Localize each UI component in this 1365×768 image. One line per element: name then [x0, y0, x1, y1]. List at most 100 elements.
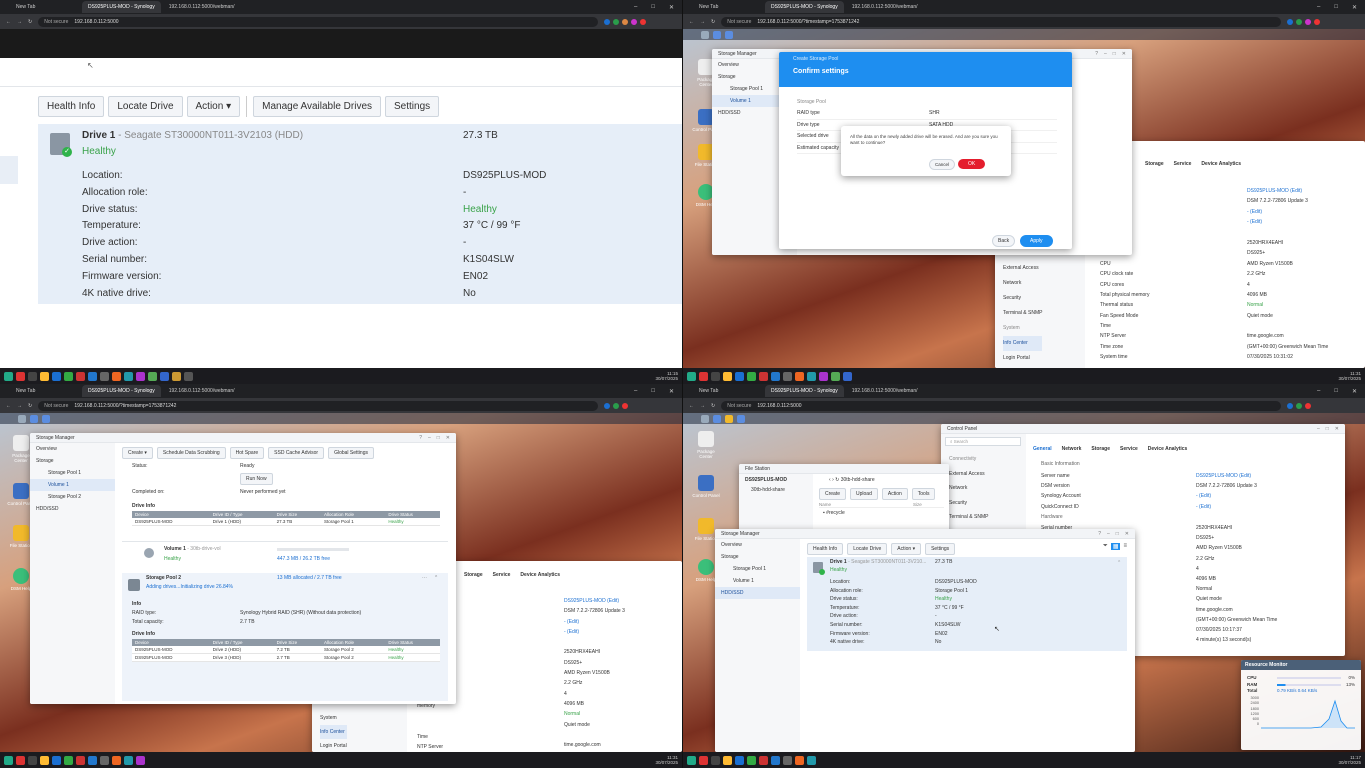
app-icon[interactable] [723, 755, 732, 765]
tab-device-analytics[interactable]: Device Analytics [1148, 446, 1188, 452]
cp-side-item[interactable]: Connectivity [949, 452, 988, 467]
forward-icon[interactable]: → [700, 19, 705, 25]
action-button[interactable]: Action ▾ [186, 96, 241, 117]
drive-detail-panel[interactable]: Drive 1 - Seagate ST30000NT011-3V210... … [807, 557, 1127, 651]
reload-icon[interactable]: ↻ [28, 403, 32, 409]
url-field[interactable]: Not secure 192.168.0.112:5000 [38, 16, 599, 27]
app-icon[interactable] [831, 371, 840, 381]
ext-icon[interactable] [1314, 18, 1321, 25]
sidebar-item-storage[interactable]: Storage [30, 455, 115, 467]
ext-icon[interactable] [1305, 402, 1312, 409]
main-menu-icon[interactable] [18, 414, 26, 423]
close-icon[interactable]: ✕ [446, 435, 450, 441]
tab-dsm[interactable]: DS925PLUS-MOD - Synology [765, 1, 844, 13]
cp-side-item[interactable]: Login Portal [1003, 351, 1042, 366]
app-icon[interactable] [795, 371, 804, 381]
clock[interactable]: 11:15 30/07/2025 [655, 371, 682, 381]
column-header[interactable]: Drive Status [385, 639, 440, 646]
volume1-card[interactable]: Volume 1 - 30tb-drive-vol Healthy 447.3 … [122, 541, 448, 571]
maximize-icon[interactable]: □ [1334, 4, 1338, 11]
back-icon[interactable]: ← [6, 19, 11, 25]
column-header[interactable]: Device [132, 511, 210, 518]
column-header[interactable]: Allocation Role [321, 639, 385, 646]
tab-webman[interactable]: 192.168.0.112:5000/webman/ [846, 1, 924, 13]
refresh-icon[interactable]: ↻ [835, 477, 839, 483]
main-menu-icon[interactable] [701, 30, 709, 39]
clock[interactable]: 11:17 30/07/2025 [1338, 755, 1365, 765]
app-icon[interactable] [28, 755, 37, 765]
app-icon[interactable] [735, 755, 744, 765]
list-view-icon[interactable]: ≡ [1123, 543, 1127, 550]
app-icon[interactable] [783, 755, 792, 765]
schedule-scrubbing-button[interactable]: Schedule Data Scrubbing [156, 447, 226, 459]
fs-tree-root[interactable]: DS925PLUS-MOD [739, 474, 813, 486]
close-icon[interactable]: ✕ [669, 388, 674, 395]
ext-icon[interactable] [631, 18, 638, 25]
settings-button[interactable]: Settings [385, 96, 440, 117]
cancel-button[interactable]: Cancel [929, 159, 956, 170]
tab-general[interactable]: General [1033, 446, 1052, 452]
tab-service[interactable]: Service [493, 572, 511, 578]
sidebar-item-storage[interactable]: Storage [715, 551, 800, 563]
help-icon[interactable]: ? [419, 435, 422, 441]
sidebar-item-hdd-ssd[interactable]: HDD/SSD [715, 587, 800, 599]
cp-side-system[interactable]: System [320, 711, 347, 725]
column-header[interactable]: Drive Size [274, 511, 321, 518]
cp-side-item[interactable]: Info Center [1003, 336, 1043, 351]
minimize-icon[interactable]: – [1317, 4, 1320, 11]
control-panel-taskbar-icon[interactable] [725, 30, 733, 39]
minimize-icon[interactable]: – [1317, 426, 1320, 432]
table-row[interactable]: DS925PLUS-MOD Drive 3 (HDD) 2.7 TB Storage … [132, 653, 440, 662]
settings-button[interactable]: Settings [925, 543, 956, 555]
help-icon[interactable]: ? [1095, 51, 1098, 57]
tab-network[interactable]: Network [1062, 446, 1082, 452]
app-icon[interactable] [64, 371, 73, 381]
apply-button[interactable]: Apply [1020, 235, 1053, 247]
app-icon[interactable] [52, 755, 61, 765]
ext-icon[interactable] [613, 18, 620, 25]
app-icon[interactable] [136, 755, 145, 765]
url-field[interactable]: Not secure 192.168.0.112:5000 [721, 400, 1282, 411]
run-now-button[interactable]: Run Now [240, 473, 273, 485]
close-icon[interactable]: ✕ [1125, 531, 1129, 537]
cp-side-item[interactable]: Network [949, 481, 988, 496]
chevron-up-icon[interactable]: ⌃ [1117, 560, 1121, 566]
app-icon[interactable] [112, 755, 121, 765]
sidebar-item-storage-pool-1[interactable]: Storage Pool 1 [30, 467, 115, 479]
forward-icon[interactable]: › [832, 477, 834, 483]
sidebar-item-volume-1[interactable]: Volume 1 [30, 479, 115, 491]
storage-manager-taskbar-icon[interactable] [30, 414, 38, 423]
app-icon[interactable] [88, 755, 97, 765]
back-icon[interactable]: ‹ [829, 477, 831, 483]
tab-dsm[interactable]: DS925PLUS-MOD - Synology [82, 1, 161, 13]
column-header[interactable]: Drive Size [274, 639, 321, 646]
tab-dsm[interactable]: DS925PLUS-MOD - Synology [765, 385, 844, 397]
column-header[interactable]: Drive Status [385, 511, 440, 518]
column-header[interactable]: Drive ID / Type [210, 639, 274, 646]
cp-side-item[interactable]: System [1003, 321, 1042, 336]
reload-icon[interactable]: ↻ [28, 19, 32, 25]
ext-icon[interactable] [613, 402, 620, 409]
sidebar-item-storage-pool-2[interactable]: Storage Pool 2 [30, 491, 115, 503]
fs-tree-share[interactable]: 30tb-hdd-share [739, 486, 813, 494]
ext-icon[interactable] [1305, 18, 1312, 25]
fs-col-name[interactable]: Name [819, 502, 831, 507]
app-icon[interactable] [40, 371, 49, 381]
tab-new-tab[interactable]: New Tab [10, 1, 80, 13]
url-field[interactable]: Not secure 192.168.0.112:5000/?timestamp=… [721, 16, 1282, 27]
app-icon[interactable] [819, 371, 828, 381]
filter-icon[interactable]: ⏷ [1103, 543, 1108, 550]
action-button[interactable]: Action ▾ [891, 543, 922, 555]
app-icon[interactable] [88, 371, 97, 381]
cp-side-item[interactable]: Network [1003, 276, 1042, 291]
cp-side-item[interactable]: Security [1003, 291, 1042, 306]
ext-icon[interactable] [622, 18, 629, 25]
cp-side-item[interactable]: External Access [949, 467, 988, 482]
tab-service[interactable]: Service [1174, 161, 1192, 167]
manage-drives-button[interactable]: Manage Available Drives [253, 96, 382, 117]
tab-device-analytics[interactable]: Device Analytics [520, 572, 560, 578]
tab-device-analytics[interactable]: Device Analytics [1201, 161, 1241, 167]
close-icon[interactable]: ✕ [1335, 426, 1339, 432]
maximize-icon[interactable]: □ [1113, 51, 1116, 57]
url-field[interactable]: Not secure 192.168.0.112:5000/?timestamp=… [38, 400, 599, 411]
